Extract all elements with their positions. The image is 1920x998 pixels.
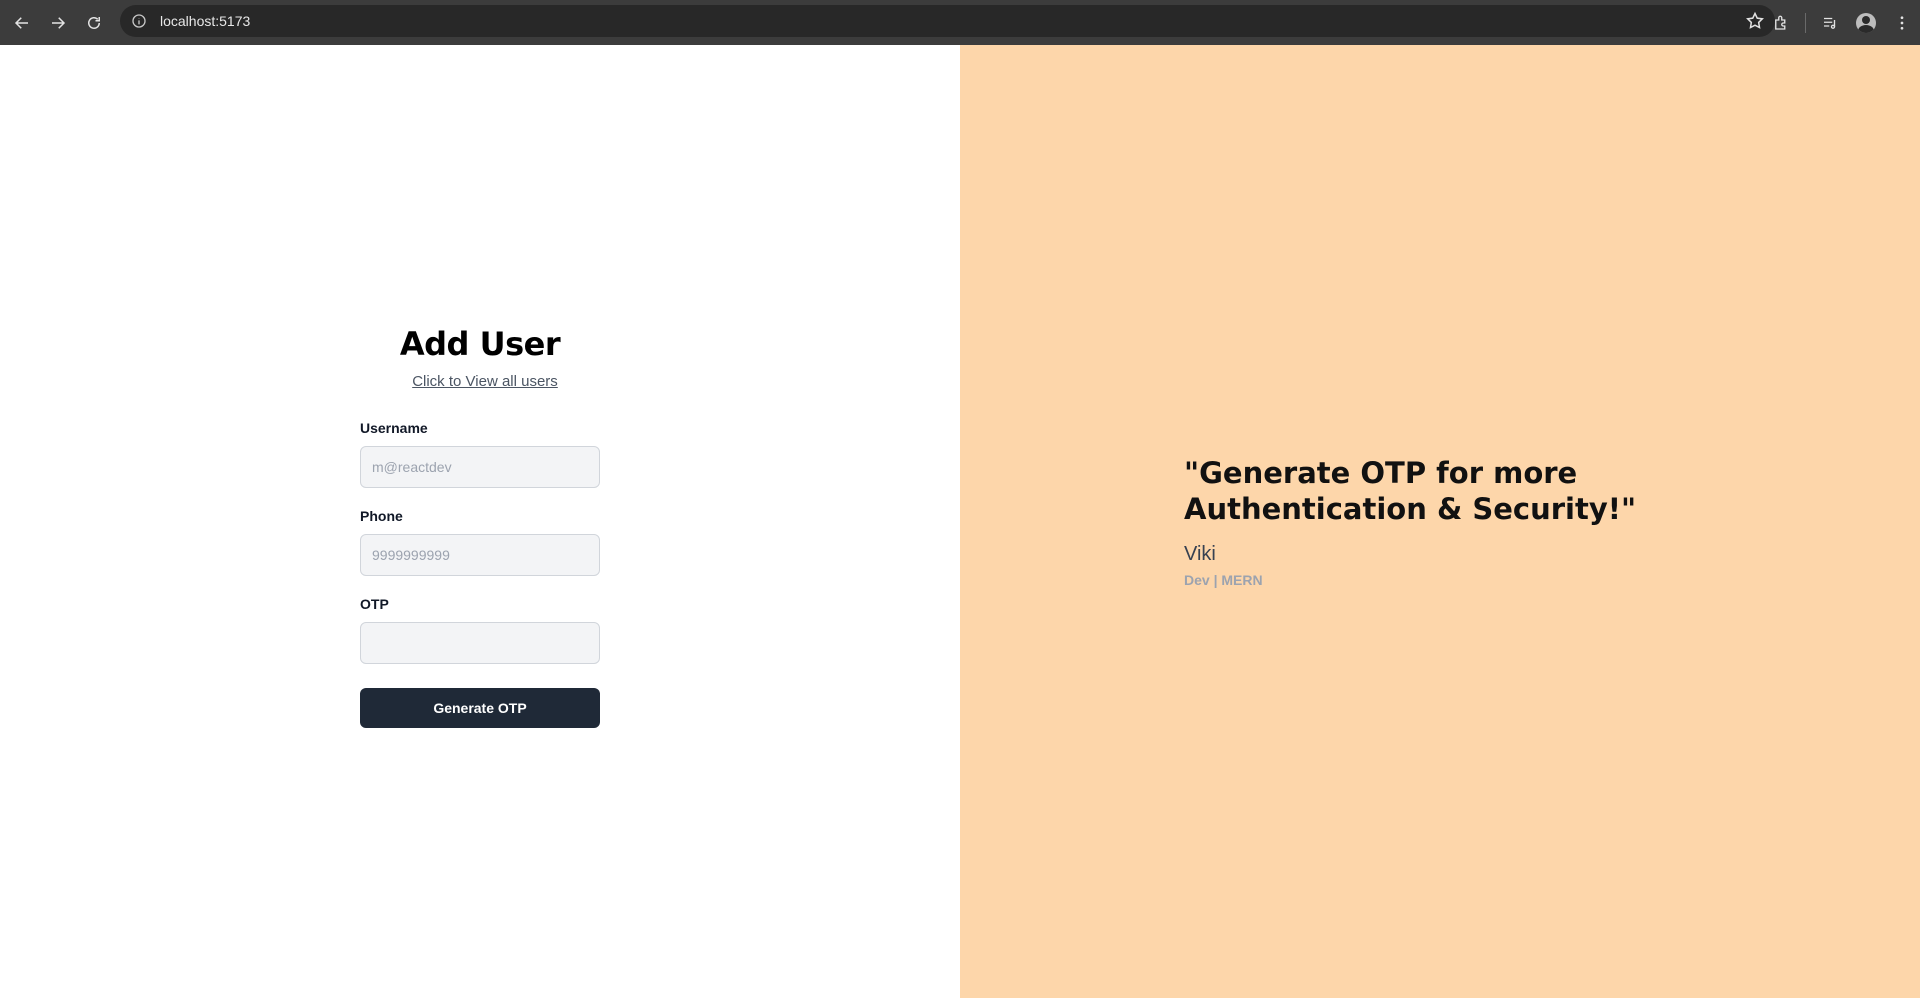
menu-kebab-icon[interactable] <box>1884 5 1920 41</box>
phone-field-group: Phone <box>360 508 600 576</box>
bookmark-star-icon[interactable] <box>1745 11 1765 31</box>
media-control-icon[interactable] <box>1812 5 1848 41</box>
page: Add User Click to View all users Usernam… <box>0 45 1920 998</box>
extensions-icon[interactable] <box>1763 5 1799 41</box>
username-field-group: Username <box>360 420 600 488</box>
phone-label: Phone <box>360 508 403 524</box>
otp-input[interactable] <box>360 622 600 664</box>
quote-text: "Generate OTP for more Authentication & … <box>1184 456 1637 526</box>
username-label: Username <box>360 420 428 436</box>
username-input[interactable] <box>360 446 600 488</box>
profile-avatar[interactable] <box>1848 5 1884 41</box>
toolbar-divider <box>1805 12 1806 33</box>
form-pane: Add User Click to View all users Usernam… <box>0 45 960 998</box>
forward-icon[interactable] <box>40 5 76 41</box>
url-text[interactable]: localhost:5173 <box>160 13 250 29</box>
address-bar[interactable]: localhost:5173 <box>120 5 1775 37</box>
otp-field-group: OTP <box>360 596 600 664</box>
generate-otp-button[interactable]: Generate OTP <box>360 688 600 728</box>
testimonial: "Generate OTP for more Authentication & … <box>1184 455 1704 588</box>
toolbar-right <box>1763 0 1920 45</box>
quote-author: Viki <box>1184 543 1216 565</box>
phone-input[interactable] <box>360 534 600 576</box>
add-user-form: Add User Click to View all users Usernam… <box>360 325 600 728</box>
view-all-users-link[interactable]: Click to View all users <box>360 373 610 390</box>
back-icon[interactable] <box>4 5 40 41</box>
browser-toolbar: localhost:5173 <box>0 0 1920 45</box>
reload-icon[interactable] <box>76 5 112 41</box>
otp-label: OTP <box>360 596 389 612</box>
author-role: Dev | MERN <box>1184 572 1263 588</box>
page-title: Add User <box>399 325 561 363</box>
quote-pane: "Generate OTP for more Authentication & … <box>960 45 1920 998</box>
site-info-icon[interactable] <box>130 12 148 30</box>
